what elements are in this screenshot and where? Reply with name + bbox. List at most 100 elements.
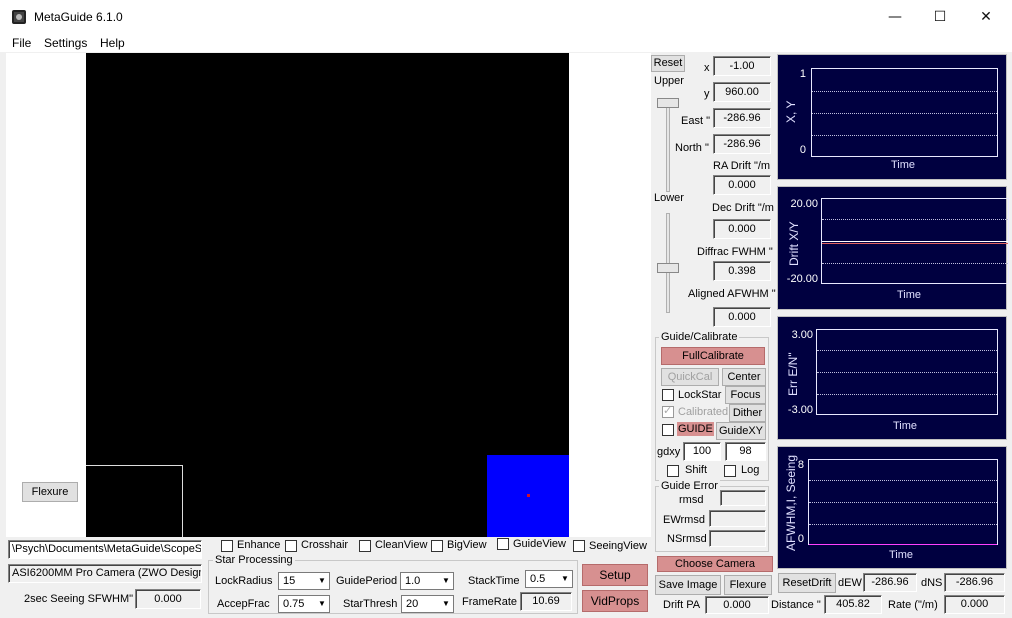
starthresh-value: 20 xyxy=(406,598,419,610)
y-axis-label: AFWHM,I, Seeing xyxy=(784,454,798,551)
y-label: y xyxy=(704,88,710,100)
flexure-left-button[interactable]: Flexure xyxy=(22,482,78,502)
stacktime-select[interactable]: 0.5 ▼ xyxy=(525,570,573,588)
guideperiod-label: GuidePeriod xyxy=(336,575,398,587)
dither-button[interactable]: Dither xyxy=(729,404,766,422)
fullcalibrate-button[interactable]: FullCalibrate xyxy=(661,347,765,365)
radrift-value: 0.000 xyxy=(713,175,771,195)
nsrmsd-value xyxy=(709,530,766,547)
reset-drift-button[interactable]: ResetDrift xyxy=(778,573,836,593)
menu-settings[interactable]: Settings xyxy=(44,36,87,50)
shift-checkbox[interactable] xyxy=(667,465,679,477)
chevron-down-icon: ▼ xyxy=(442,599,450,608)
calibrated-checkbox[interactable] xyxy=(662,404,674,418)
focus-button[interactable]: Focus xyxy=(725,386,766,404)
decdrift-value: 0.000 xyxy=(713,219,771,239)
log-checkbox[interactable] xyxy=(724,465,736,477)
seeingview-checkbox[interactable] xyxy=(573,540,585,552)
x-axis-label: Time xyxy=(889,549,914,561)
decdrift-label: Dec Drift "/m xyxy=(712,202,774,214)
seeing-label: 2sec Seeing SFWHM" xyxy=(24,593,134,605)
dew-value: -286.96 xyxy=(863,573,917,592)
star-processing-title: Star Processing xyxy=(213,554,295,566)
framerate-label: FrameRate xyxy=(462,596,518,608)
save-image-button[interactable]: Save Image xyxy=(655,575,721,595)
x-axis-label: Time xyxy=(893,420,918,432)
seeing-plot-area xyxy=(808,459,998,545)
vidprops-button[interactable]: VidProps xyxy=(582,590,648,612)
drift-y-trace xyxy=(822,243,1008,244)
gridline xyxy=(812,113,997,114)
setup-button[interactable]: Setup xyxy=(582,564,648,586)
minimize-button[interactable]: — xyxy=(872,0,918,34)
lockstar-checkbox[interactable] xyxy=(662,389,674,401)
dns-label: dNS xyxy=(921,577,943,589)
gdxy-x-input[interactable]: 100 xyxy=(683,442,721,461)
guideview-label: GuideView xyxy=(513,538,566,550)
guidexy-button[interactable]: GuideXY xyxy=(716,422,766,440)
lower-label: Lower xyxy=(654,192,684,204)
y-value: 960.00 xyxy=(713,82,771,102)
crosshair-checkbox[interactable] xyxy=(285,540,297,552)
y-tick-top: 1 xyxy=(799,68,806,80)
ewrmsd-value xyxy=(709,510,766,527)
maximize-button[interactable]: ☐ xyxy=(917,0,963,34)
gdxy-y-input[interactable]: 98 xyxy=(725,442,766,461)
north-label: North " xyxy=(675,142,709,154)
error-plot-area xyxy=(816,329,998,415)
drift-graph: 20.00 -20.00 Drift X/Y Time xyxy=(777,186,1009,310)
y-tick-top: 20.00 xyxy=(790,198,818,210)
flexure-button[interactable]: Flexure xyxy=(724,575,772,595)
close-button[interactable]: ✕ xyxy=(963,0,1009,34)
menu-bar: File Settings Help xyxy=(0,34,1012,52)
gdxy-label: gdxy xyxy=(657,446,681,458)
ewrmsd-label: EWrmsd xyxy=(663,514,705,526)
menu-file[interactable]: File xyxy=(12,36,31,50)
log-label: Log xyxy=(741,464,760,476)
rate-value: 0.000 xyxy=(944,595,1005,614)
lockradius-select[interactable]: 15 ▼ xyxy=(278,572,330,590)
cleanview-checkbox[interactable] xyxy=(359,540,371,552)
quickcal-button[interactable]: QuickCal xyxy=(661,368,719,386)
framerate-value: 10.69 xyxy=(520,592,572,611)
settings-path-field[interactable]: \Psych\Documents\MetaGuide\ScopeSe xyxy=(8,540,202,559)
star-marker xyxy=(527,494,530,497)
chevron-down-icon: ▼ xyxy=(442,576,450,585)
guideview-checkbox[interactable] xyxy=(497,538,509,550)
gridline xyxy=(809,502,997,503)
guide-label: GUIDE xyxy=(677,422,714,436)
menu-help[interactable]: Help xyxy=(100,36,125,50)
drift-pa-label: Drift PA xyxy=(663,599,701,611)
x-value: -1.00 xyxy=(713,56,771,76)
accepfrac-select[interactable]: 0.75 ▼ xyxy=(278,595,330,613)
lower-slider-thumb[interactable] xyxy=(657,262,679,273)
guide-error-title: Guide Error xyxy=(659,480,720,492)
reset-button[interactable]: Reset xyxy=(651,55,685,72)
drift-x-trace xyxy=(822,241,1008,242)
bigview-checkbox[interactable] xyxy=(431,540,443,552)
gridline xyxy=(822,263,1008,264)
xy-graph: 1 0 X, Y Time xyxy=(777,54,1007,180)
upper-slider-track[interactable] xyxy=(666,100,670,192)
enhance-checkbox[interactable] xyxy=(221,540,233,552)
choose-camera-button[interactable]: Choose Camera xyxy=(657,556,773,572)
gridline xyxy=(822,219,1008,220)
starthresh-select[interactable]: 20 ▼ xyxy=(401,595,454,613)
gridline xyxy=(812,135,997,136)
radrift-label: RA Drift "/m xyxy=(713,160,771,172)
stacktime-label: StackTime xyxy=(468,575,520,587)
guide-checkbox[interactable] xyxy=(662,424,674,436)
dns-value: -286.96 xyxy=(944,573,1005,592)
xy-plot-area xyxy=(811,68,998,157)
chevron-down-icon: ▼ xyxy=(318,599,326,608)
y-tick-bottom: -3.00 xyxy=(787,404,813,416)
guideperiod-select[interactable]: 1.0 ▼ xyxy=(400,572,454,590)
aligned-label: Aligned AFWHM " xyxy=(688,288,776,300)
crosshair-label: Crosshair xyxy=(301,539,349,551)
diffrac-value: 0.398 xyxy=(713,261,771,281)
upper-slider-thumb[interactable] xyxy=(657,98,679,108)
dew-label: dEW xyxy=(838,577,862,589)
east-value: -286.96 xyxy=(713,108,771,128)
cleanview-label: CleanView xyxy=(375,539,428,551)
center-button[interactable]: Center xyxy=(722,368,766,386)
